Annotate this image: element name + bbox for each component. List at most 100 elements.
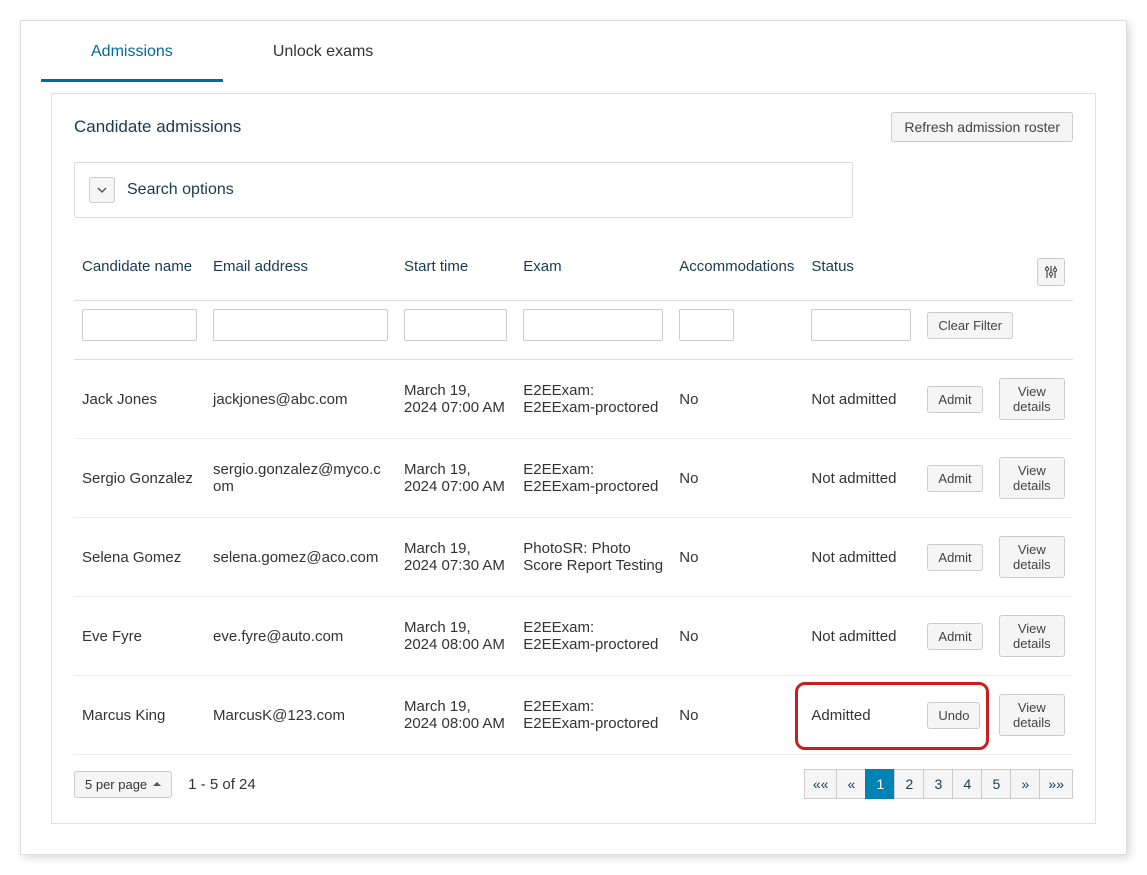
table-row: Eve Fyreeve.fyre@auto.comMarch 19, 2024 … <box>74 597 1073 676</box>
search-options-panel: Search options <box>74 162 853 218</box>
view-details-button[interactable]: View details <box>999 457 1065 499</box>
table-row: Sergio Gonzalezsergio.gonzalez@myco.comM… <box>74 439 1073 518</box>
start-time-cell: March 19, 2024 07:00 AM <box>396 360 515 439</box>
view-cell: View details <box>991 676 1073 755</box>
accommodations-cell: No <box>671 597 803 676</box>
start-time-cell: March 19, 2024 07:30 AM <box>396 518 515 597</box>
table-row: Marcus KingMarcusK@123.comMarch 19, 2024… <box>74 676 1073 755</box>
view-cell: View details <box>991 360 1073 439</box>
page-last-button[interactable]: »» <box>1039 769 1073 799</box>
top-tabs: Admissions Unlock exams <box>21 21 1126 83</box>
page-number-button[interactable]: 2 <box>894 769 924 799</box>
candidate-email-cell: sergio.gonzalez@myco.com <box>205 439 396 518</box>
table-row: Selena Gomezselena.gomez@aco.comMarch 19… <box>74 518 1073 597</box>
candidate-email-cell: selena.gomez@aco.com <box>205 518 396 597</box>
candidate-name-cell: Sergio Gonzalez <box>74 439 205 518</box>
admit-button[interactable]: Admit <box>927 544 982 571</box>
start-time-cell: March 19, 2024 07:00 AM <box>396 439 515 518</box>
per-page-label: 5 per page <box>85 777 147 792</box>
action-cell: Admit <box>919 439 990 518</box>
candidate-email-cell: MarcusK@123.com <box>205 676 396 755</box>
admit-button[interactable]: Admit <box>927 386 982 413</box>
status-cell: Not admitted <box>803 518 919 597</box>
caret-up-icon <box>153 780 161 788</box>
search-options-toggle[interactable] <box>89 177 115 203</box>
filter-start-input[interactable] <box>404 309 507 341</box>
sliders-icon <box>1044 265 1058 279</box>
view-details-button[interactable]: View details <box>999 536 1065 578</box>
candidate-email-cell: jackjones@abc.com <box>205 360 396 439</box>
col-header-action <box>919 248 990 301</box>
action-cell: Admit <box>919 518 990 597</box>
col-header-email[interactable]: Email address <box>205 248 396 301</box>
filter-name-input[interactable] <box>82 309 197 341</box>
filter-row: Clear Filter <box>74 301 1073 360</box>
start-time-cell: March 19, 2024 08:00 AM <box>396 676 515 755</box>
candidate-admissions-panel: Candidate admissions Refresh admission r… <box>51 93 1096 824</box>
candidate-name-cell: Jack Jones <box>74 360 205 439</box>
filter-exam-input[interactable] <box>523 309 663 341</box>
exam-cell: E2EExam: E2EExam-proctored <box>515 597 671 676</box>
pager-left: 5 per page 1 - 5 of 24 <box>74 771 256 798</box>
action-cell: Admit <box>919 360 990 439</box>
col-header-start[interactable]: Start time <box>396 248 515 301</box>
col-header-exam[interactable]: Exam <box>515 248 671 301</box>
accommodations-cell: No <box>671 676 803 755</box>
undo-button[interactable]: Undo <box>927 702 980 729</box>
view-cell: View details <box>991 597 1073 676</box>
candidate-name-cell: Eve Fyre <box>74 597 205 676</box>
chevron-down-icon <box>96 184 108 196</box>
page-number-button[interactable]: 1 <box>865 769 895 799</box>
search-options-label: Search options <box>127 181 234 199</box>
view-details-button[interactable]: View details <box>999 378 1065 420</box>
panel-title: Candidate admissions <box>74 117 241 137</box>
refresh-roster-button[interactable]: Refresh admission roster <box>891 112 1073 142</box>
filter-accom-input[interactable] <box>679 309 734 341</box>
accommodations-cell: No <box>671 518 803 597</box>
candidate-name-cell: Selena Gomez <box>74 518 205 597</box>
exam-cell: E2EExam: E2EExam-proctored <box>515 439 671 518</box>
action-cell: Admit <box>919 597 990 676</box>
tab-unlock-exams[interactable]: Unlock exams <box>223 21 423 82</box>
view-cell: View details <box>991 439 1073 518</box>
page-number-button[interactable]: 4 <box>952 769 982 799</box>
status-cell: Not admitted <box>803 597 919 676</box>
filter-status-input[interactable] <box>811 309 911 341</box>
table-header-row: Candidate name Email address Start time … <box>74 248 1073 301</box>
status-cell: Admitted <box>803 676 919 755</box>
column-settings-button[interactable] <box>1037 258 1065 286</box>
accommodations-cell: No <box>671 360 803 439</box>
pager-row: 5 per page 1 - 5 of 24 «« « 12345» »» <box>74 765 1073 799</box>
page-prev-button[interactable]: « <box>836 769 866 799</box>
panel-header: Candidate admissions Refresh admission r… <box>74 112 1073 142</box>
pagination: «« « 12345» »» <box>805 769 1073 799</box>
accommodations-cell: No <box>671 439 803 518</box>
view-details-button[interactable]: View details <box>999 615 1065 657</box>
col-header-accom[interactable]: Accommodations <box>671 248 803 301</box>
page-number-button[interactable]: 5 <box>981 769 1011 799</box>
page-number-button[interactable]: 3 <box>923 769 953 799</box>
per-page-dropdown[interactable]: 5 per page <box>74 771 172 798</box>
range-label: 1 - 5 of 24 <box>188 776 256 793</box>
candidates-table: Candidate name Email address Start time … <box>74 248 1073 755</box>
view-details-button[interactable]: View details <box>999 694 1065 736</box>
page-next-button[interactable]: » <box>1010 769 1040 799</box>
admit-button[interactable]: Admit <box>927 465 982 492</box>
status-cell: Not admitted <box>803 439 919 518</box>
clear-filter-button[interactable]: Clear Filter <box>927 312 1013 339</box>
view-cell: View details <box>991 518 1073 597</box>
candidate-name-cell: Marcus King <box>74 676 205 755</box>
col-header-status[interactable]: Status <box>803 248 919 301</box>
page-first-button[interactable]: «« <box>804 769 838 799</box>
action-cell: Undo <box>919 676 990 755</box>
col-header-name[interactable]: Candidate name <box>74 248 205 301</box>
col-header-settings <box>991 248 1073 301</box>
start-time-cell: March 19, 2024 08:00 AM <box>396 597 515 676</box>
status-cell: Not admitted <box>803 360 919 439</box>
tab-admissions[interactable]: Admissions <box>41 21 223 82</box>
exam-cell: E2EExam: E2EExam-proctored <box>515 676 671 755</box>
admit-button[interactable]: Admit <box>927 623 982 650</box>
table-row: Jack Jonesjackjones@abc.comMarch 19, 202… <box>74 360 1073 439</box>
exam-cell: E2EExam: E2EExam-proctored <box>515 360 671 439</box>
filter-email-input[interactable] <box>213 309 388 341</box>
